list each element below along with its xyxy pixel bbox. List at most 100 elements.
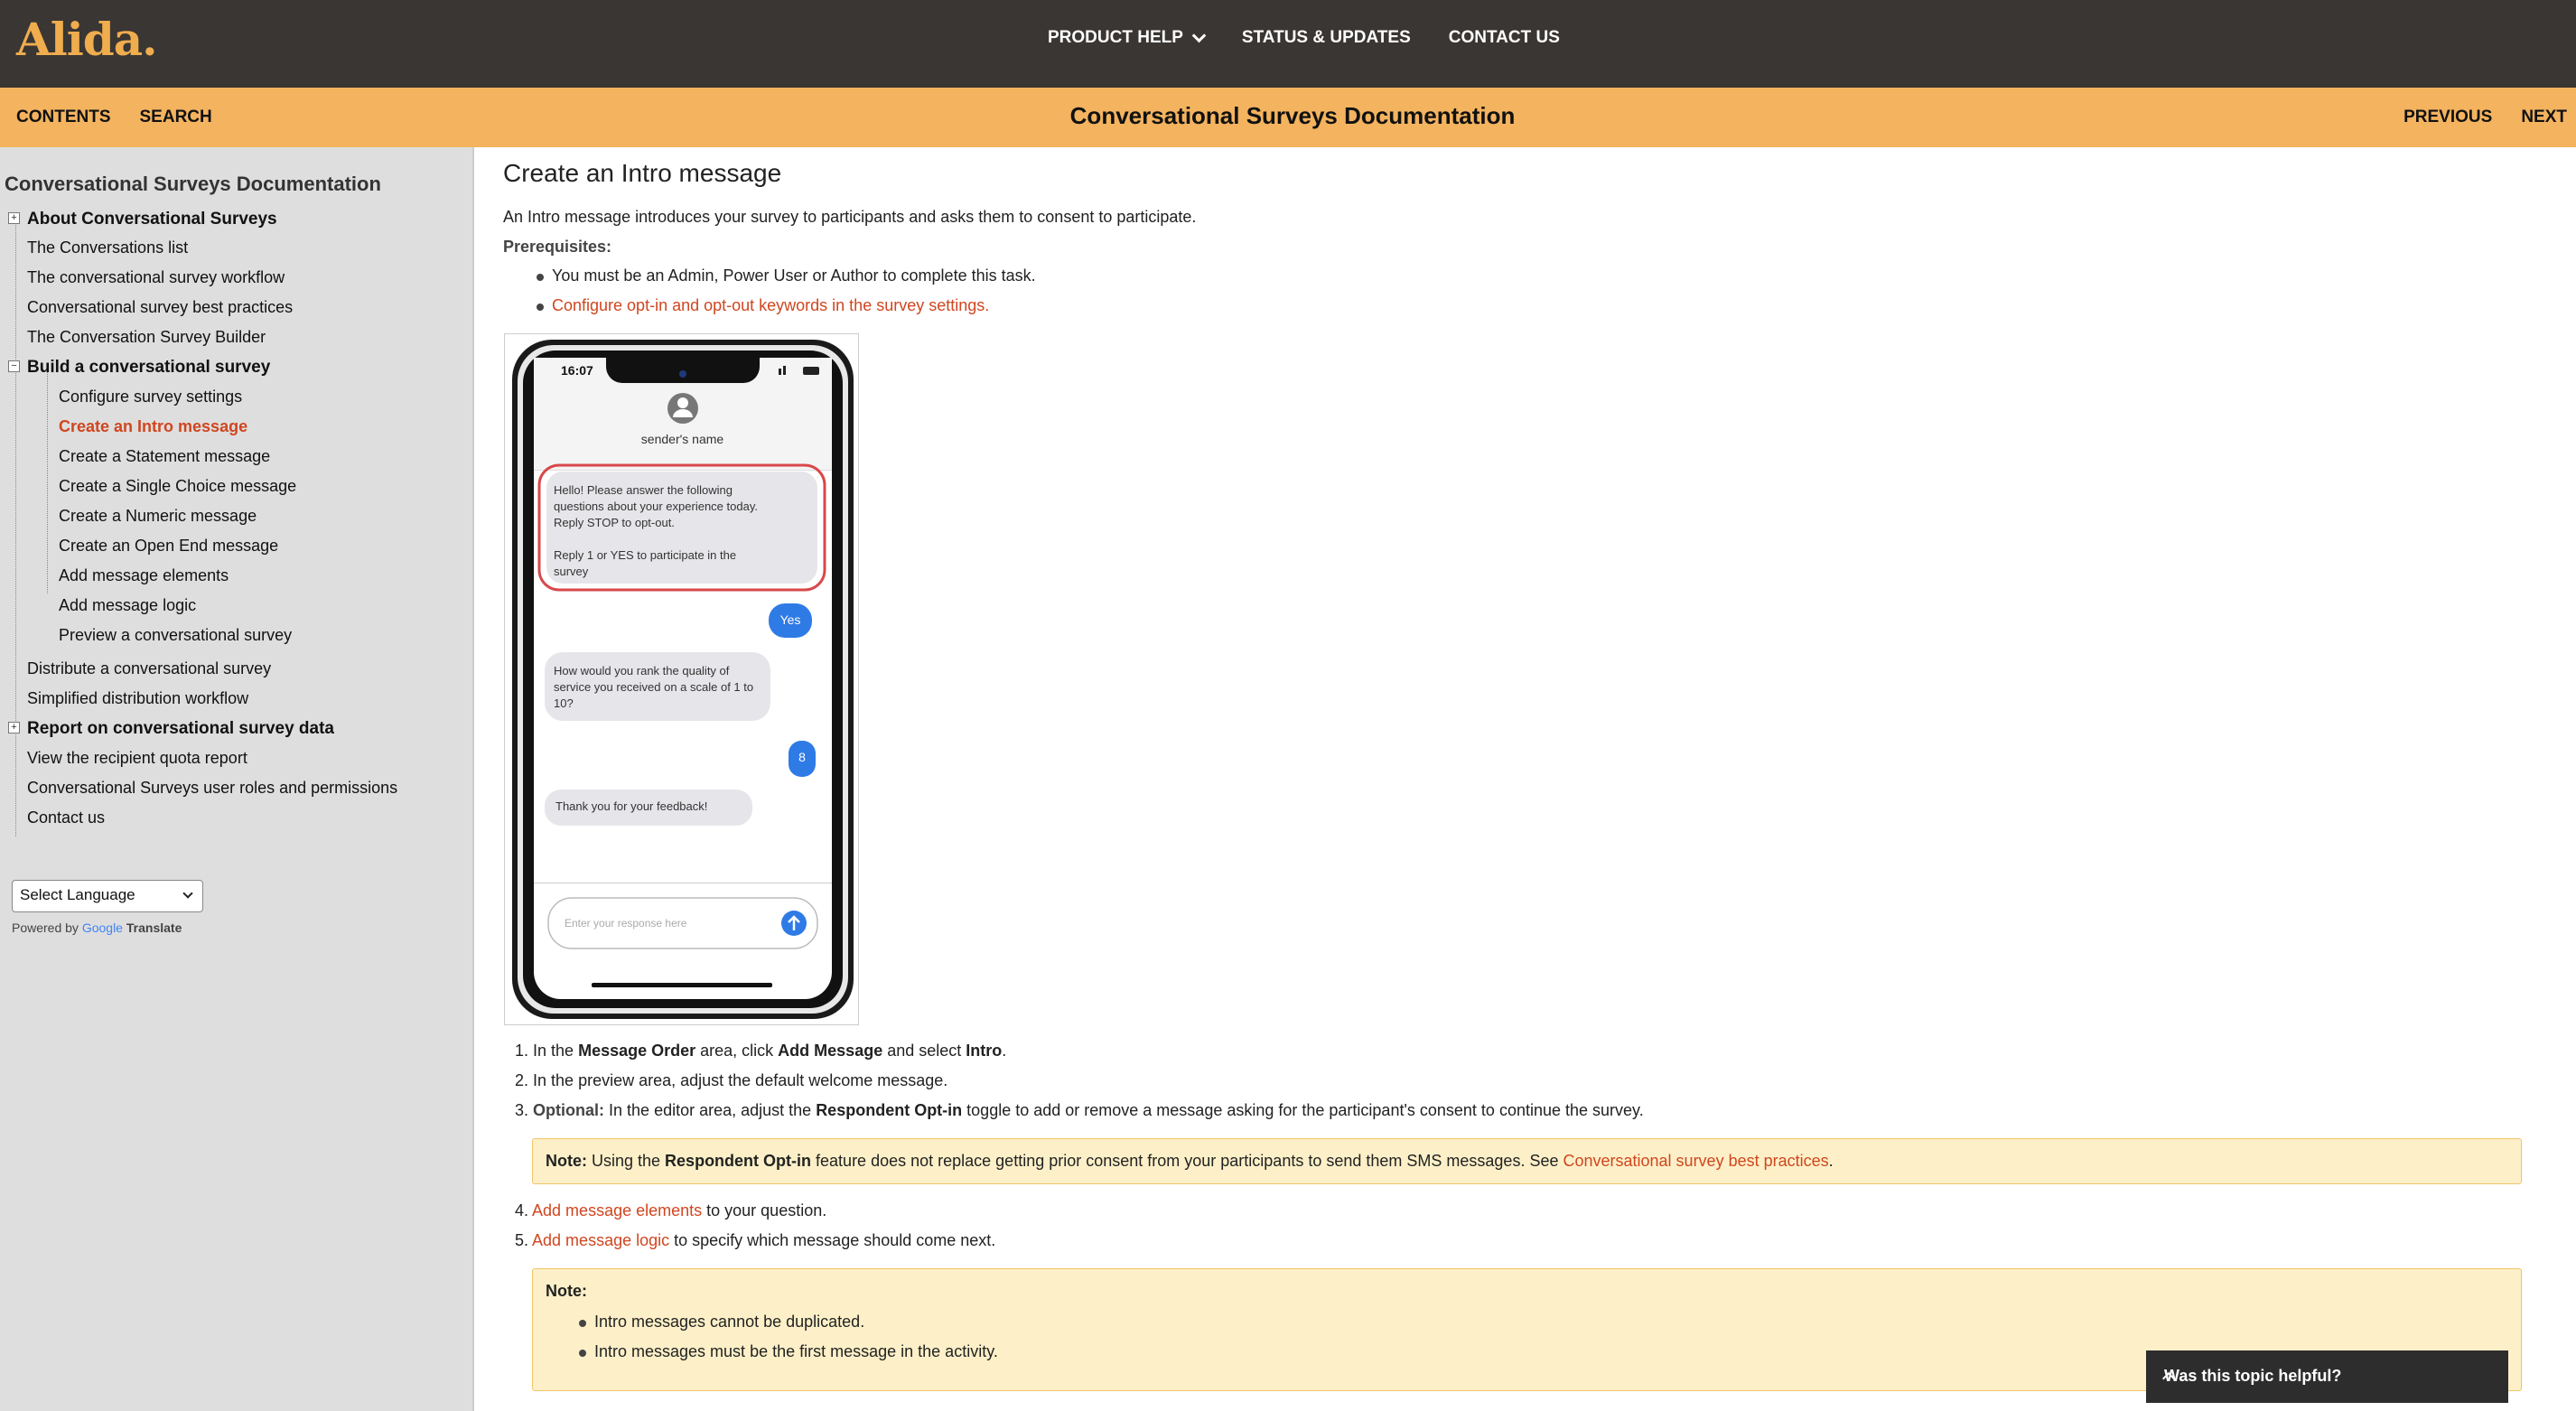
toc-workflow[interactable]: The conversational survey workflow (27, 268, 285, 287)
step-text: In the editor area, adjust the (604, 1101, 817, 1119)
page-title: Create an Intro message (503, 159, 782, 187)
alida-logo[interactable]: Alida. (16, 13, 158, 66)
powered-by-label: Powered by (12, 920, 79, 935)
step-bold: Respondent Opt-in (816, 1101, 963, 1119)
powered-by-google: Powered by Google Translate (12, 920, 182, 935)
search-button[interactable]: SEARCH (140, 107, 212, 127)
prerequisites-label: Prerequisites: (503, 238, 612, 256)
optional-label: Optional: (533, 1101, 605, 1119)
note-bold: Respondent Opt-in (665, 1152, 812, 1170)
toc-single-choice-message[interactable]: Create a Single Choice message (59, 477, 296, 496)
status-bar-time: 16:07 (561, 363, 593, 378)
toc-contact-us[interactable]: Contact us (27, 808, 105, 827)
response-input-placeholder: Enter your response here (565, 917, 687, 930)
step-5: 5. Add message logic to specify which me… (515, 1231, 995, 1250)
status-updates-link[interactable]: STATUS & UPDATES (1242, 28, 1411, 48)
next-button[interactable]: NEXT (2521, 107, 2567, 127)
thanks-bubble: Thank you for your feedback! (555, 799, 708, 813)
toc-message-elements[interactable]: Add message elements (59, 566, 229, 585)
previous-button[interactable]: PREVIOUS (2403, 107, 2492, 127)
note-item: Intro messages cannot be duplicated. (594, 1313, 865, 1331)
toc-survey-builder[interactable]: The Conversation Survey Builder (27, 328, 266, 347)
toc-distribute-survey[interactable]: Distribute a conversational survey (27, 659, 271, 678)
sender-name: sender's name (640, 432, 724, 446)
toc-best-practices[interactable]: Conversational survey best practices (27, 298, 293, 317)
step-text: and select (882, 1042, 966, 1060)
contact-us-link[interactable]: CONTACT US (1449, 28, 1560, 48)
intro-message-line: Hello! Please answer the following (554, 483, 733, 497)
language-select[interactable]: Select Language (12, 880, 203, 912)
step-text: toggle to add or remove a message asking… (962, 1101, 1644, 1119)
product-help-label: PRODUCT HELP (1048, 28, 1183, 47)
toc-statement-message[interactable]: Create a Statement message (59, 447, 270, 466)
note-text: Using the (587, 1152, 666, 1170)
question-line: How would you rank the quality of (554, 664, 730, 677)
step-bold: Add Message (778, 1042, 883, 1060)
step-number: 2. (515, 1071, 529, 1089)
reply-number-bubble: 8 (798, 750, 806, 764)
documentation-title: Conversational Surveys Documentation (1069, 102, 1516, 129)
step-1: 1. In the Message Order area, click Add … (515, 1042, 1006, 1061)
toc-create-intro-message[interactable]: Create an Intro message (59, 417, 247, 436)
add-message-elements-link[interactable]: Add message elements (532, 1201, 702, 1219)
step-4: 4. Add message elements to your question… (515, 1201, 826, 1220)
toc-configure-settings[interactable]: Configure survey settings (59, 388, 242, 406)
step-bold: Intro (966, 1042, 1003, 1060)
language-select-value: Select Language (20, 886, 135, 903)
step-text: to your question. (702, 1201, 827, 1219)
intro-message-line: Reply STOP to opt-out. (554, 516, 675, 529)
toc-report-data[interactable]: Report on conversational survey data (27, 719, 334, 739)
sidebar-toc: Conversational Surveys Documentation + A… (0, 147, 474, 1411)
bullet (579, 1350, 586, 1357)
toc-simplified-distribution[interactable]: Simplified distribution workflow (27, 689, 248, 708)
translate-link[interactable]: Translate (126, 920, 182, 935)
toc-message-logic[interactable]: Add message logic (59, 596, 196, 615)
bullet (537, 274, 544, 281)
intro-message-bubble: Hello! Please answer the following quest… (554, 482, 758, 580)
step-bold: Message Order (578, 1042, 696, 1060)
toc-open-end-message[interactable]: Create an Open End message (59, 537, 278, 556)
toc-preview-survey[interactable]: Preview a conversational survey (59, 626, 292, 645)
step-number: 5. (515, 1231, 529, 1249)
phone-preview-image: 16:07 sender's name Hello! Please answer… (504, 333, 859, 1025)
step-3: 3. Optional: In the editor area, adjust … (515, 1101, 1644, 1120)
collapse-minus-icon[interactable]: − (8, 360, 20, 372)
note-item: Intro messages must be the first message… (594, 1342, 998, 1360)
intro-paragraph: An Intro message introduces your survey … (503, 208, 1197, 226)
chevron-down-icon (182, 888, 193, 899)
step-text: area, click (695, 1042, 779, 1060)
contents-button[interactable]: CONTENTS (16, 107, 111, 127)
toc-build-survey[interactable]: Build a conversational survey (27, 358, 270, 378)
note-label: Note: (546, 1152, 587, 1170)
question-line: 10? (554, 696, 574, 710)
intro-message-line: Reply 1 or YES to participate in the (554, 548, 737, 562)
configure-keywords-link[interactable]: Configure opt-in and opt-out keywords in… (552, 296, 989, 315)
note-opt-in: Note: Using the Respondent Opt-in featur… (532, 1138, 2522, 1184)
toc-about[interactable]: About Conversational Surveys (27, 210, 277, 229)
tree-line (15, 220, 16, 836)
best-practices-link[interactable]: Conversational survey best practices (1563, 1152, 1828, 1170)
step-text: to specify which message should come nex… (669, 1231, 996, 1249)
toc-conversations-list[interactable]: The Conversations list (27, 238, 188, 257)
question-bubble: How would you rank the quality of servic… (554, 663, 753, 712)
intro-message-line: questions about your experience today. (554, 500, 758, 513)
product-help-menu[interactable]: PRODUCT HELP (1048, 28, 1207, 48)
note-label: Note: (546, 1282, 587, 1300)
feedback-label: Was this topic helpful? (2164, 1367, 2342, 1385)
top-nav-links: PRODUCT HELP STATUS & UPDATES CONTACT US (1048, 28, 1598, 48)
toc-numeric-message[interactable]: Create a Numeric message (59, 507, 257, 526)
add-message-logic-link[interactable]: Add message logic (532, 1231, 669, 1249)
sidebar-title: Conversational Surveys Documentation (5, 173, 381, 195)
documentation-toolbar: Conversational Surveys Documentation CON… (0, 88, 2576, 147)
toc-quota-report[interactable]: View the recipient quota report (27, 749, 247, 768)
expand-plus-icon[interactable]: + (8, 212, 20, 224)
tree-line (47, 369, 48, 593)
feedback-widget[interactable]: Was this topic helpful? (2146, 1350, 2508, 1403)
step-number: 1. (515, 1042, 529, 1060)
top-navigation-bar: Alida. PRODUCT HELP STATUS & UPDATES CON… (0, 0, 2576, 88)
step-text: . (1002, 1042, 1007, 1060)
expand-plus-icon[interactable]: + (8, 722, 20, 734)
toc-user-roles[interactable]: Conversational Surveys user roles and pe… (27, 779, 397, 798)
google-logo: Google (81, 920, 123, 935)
reply-yes-bubble: Yes (779, 612, 801, 627)
